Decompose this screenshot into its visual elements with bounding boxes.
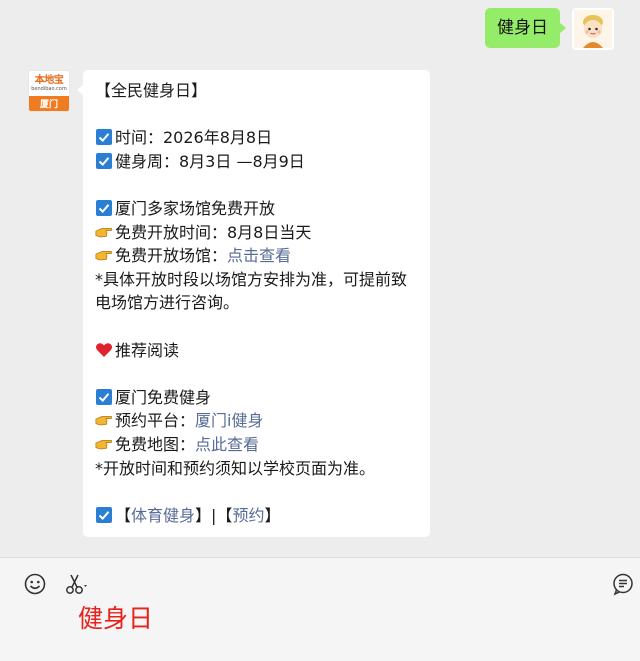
venues-title-text: 厦门多家场馆免费开放 [115, 198, 276, 218]
user-message-row: 健身日 [485, 8, 614, 50]
footer-link-booking[interactable]: 预约 [232, 506, 264, 525]
booking-link[interactable]: 厦门i健身 [195, 411, 263, 430]
open-time-text: 免费开放时间：8月8日当天 [115, 222, 312, 242]
footer-bracket-open: 【 [115, 505, 132, 525]
avatar-city: 厦门 [29, 95, 69, 111]
note2-text: *开放时间和预约须知以学校页面为准。 [95, 458, 376, 478]
open-venues-label: 免费开放场馆： [115, 246, 228, 266]
booking-label: 预约平台： [115, 411, 196, 431]
map-link[interactable]: 点此查看 [195, 435, 259, 454]
heart-icon [95, 342, 113, 357]
bot-message-bubble: 【全民健身日】 时间：2026年8月8日 健身周：8月3日 —8月9日 厦门多家… [77, 70, 430, 538]
avatar-brand: 本地宝 [34, 74, 64, 86]
chat-history-icon[interactable] [611, 572, 635, 596]
user-avatar[interactable] [572, 8, 614, 50]
pointing-hand-icon [95, 251, 113, 261]
avatar-logo: 本地宝 bendibao.com [29, 71, 69, 96]
week-text: 健身周：8月3日 —8月9日 [115, 151, 305, 171]
recommend-text: 推荐阅读 [115, 340, 180, 360]
pointing-hand-icon [95, 227, 113, 237]
footer-link-sports[interactable]: 体育健身 [131, 506, 195, 525]
footer-bracket-close: 】 [264, 505, 281, 525]
user-message-bubble[interactable]: 健身日 [485, 8, 566, 48]
time-text: 时间：2026年8月8日 [115, 128, 273, 148]
time-line: 时间：2026年8月8日 [95, 126, 418, 150]
open-venues-link[interactable]: 点击查看 [227, 246, 291, 265]
week-line: 健身周：8月3日 —8月9日 [95, 150, 418, 174]
chat-window: 健身日 本地宝 bendibao.com 厦门 【全民健身日】 时间：2026年… [0, 0, 640, 661]
scissors-icon[interactable] [64, 572, 88, 596]
check-box-icon [96, 506, 112, 523]
check-box-icon [96, 129, 112, 146]
open-time-line: 免费开放时间：8月8日当天 [95, 221, 418, 245]
message-list[interactable]: 健身日 本地宝 bendibao.com 厦门 【全民健身日】 时间：2026年… [0, 0, 640, 557]
check-box-icon [96, 199, 112, 216]
bot-message-row: 本地宝 bendibao.com 厦门 【全民健身日】 时间：2026年8月8日… [28, 70, 430, 538]
check-box-icon [96, 152, 112, 169]
venues-title-line: 厦门多家场馆免费开放 [95, 197, 418, 221]
map-line: 免费地图：点此查看 [95, 433, 418, 457]
pointing-hand-icon [95, 416, 113, 426]
recommend-line: 推荐阅读 [95, 339, 418, 363]
free-fitness-text: 厦门免费健身 [115, 387, 212, 407]
emoji-icon[interactable] [23, 572, 47, 596]
booking-line: 预约平台：厦门i健身 [95, 409, 418, 433]
cartoon-child-avatar-icon [574, 10, 612, 48]
message-title: 【全民健身日】 [95, 81, 208, 100]
input-area[interactable]: 健身日 [0, 557, 640, 661]
bendibao-avatar[interactable]: 本地宝 bendibao.com 厦门 [28, 70, 70, 112]
map-label: 免费地图： [115, 434, 196, 454]
free-fitness-line: 厦门免费健身 [95, 386, 418, 410]
avatar-url: bendibao.com [31, 85, 67, 92]
footer-separator: 】|【 [195, 505, 233, 525]
open-venues-line: 免费开放场馆：点击查看 [95, 244, 418, 268]
pointing-hand-icon [95, 439, 113, 450]
note1-text: *具体开放时段以场馆方安排为准，可提前致电场馆方进行咨询。 [95, 269, 408, 313]
draft-text-input[interactable]: 健身日 [78, 602, 153, 636]
check-box-icon [96, 388, 112, 405]
footer-line: 【体育健身】|【预约】 [95, 504, 418, 528]
